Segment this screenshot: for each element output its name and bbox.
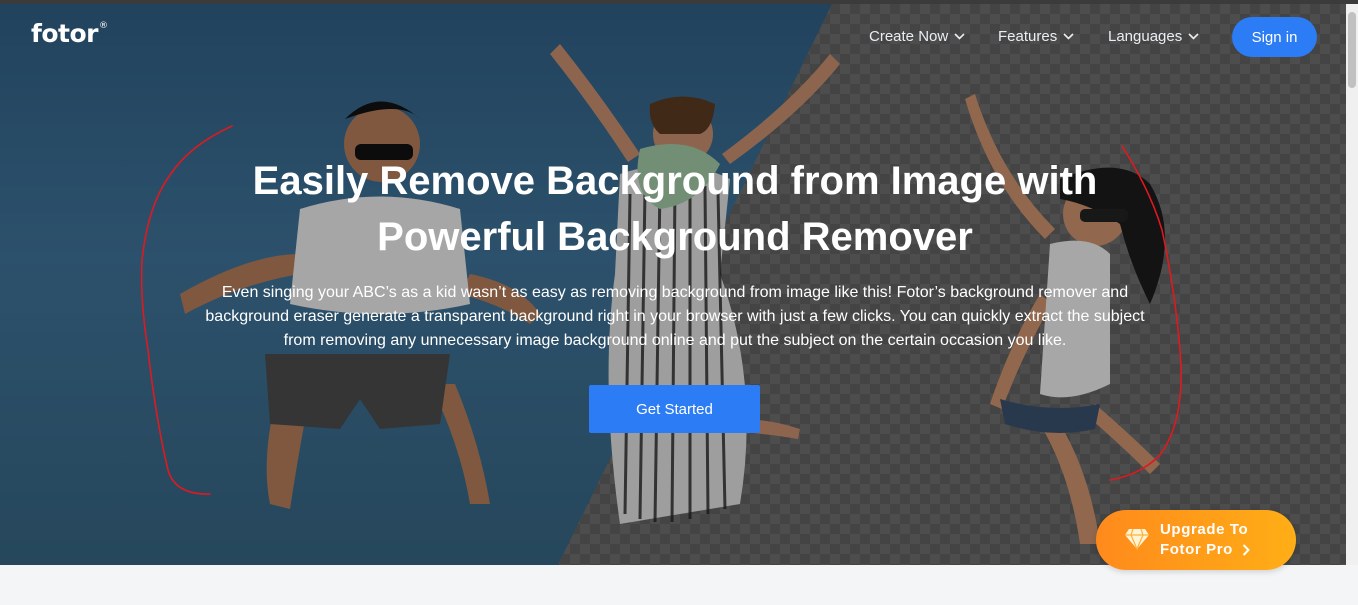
fotor-logo[interactable]: fotor® <box>31 19 108 48</box>
registered-mark: ® <box>99 21 108 31</box>
below-fold-section <box>0 565 1358 605</box>
sign-in-button[interactable]: Sign in <box>1232 17 1317 57</box>
upgrade-line-2: Fotor Pro <box>1160 541 1233 558</box>
logo-text: fotor <box>31 19 99 48</box>
nav-features-label: Features <box>998 28 1058 45</box>
page-scrollbar[interactable] <box>1346 4 1358 565</box>
chevron-down-icon <box>1063 33 1074 40</box>
hero-description: Even singing your ABC’s as a kid wasn’t … <box>205 284 1145 349</box>
nav-languages[interactable]: Languages <box>1108 28 1199 45</box>
hero-headline: Easily Remove Background from Image with… <box>252 159 1098 259</box>
scrollbar-thumb[interactable] <box>1348 12 1356 88</box>
nav-create-now[interactable]: Create Now <box>869 28 965 45</box>
nav-features[interactable]: Features <box>998 28 1074 45</box>
nav-create-now-label: Create Now <box>869 28 949 45</box>
upgrade-line-1: Upgrade To <box>1160 521 1249 538</box>
chevron-down-icon <box>954 33 965 40</box>
get-started-button[interactable]: Get Started <box>589 385 760 433</box>
upgrade-to-pro-button[interactable]: Upgrade To Fotor Pro <box>1096 510 1296 570</box>
diamond-icon <box>1125 528 1149 550</box>
chevron-down-icon <box>1188 33 1199 40</box>
nav-languages-label: Languages <box>1108 28 1183 45</box>
chevron-right-icon <box>1242 544 1250 556</box>
